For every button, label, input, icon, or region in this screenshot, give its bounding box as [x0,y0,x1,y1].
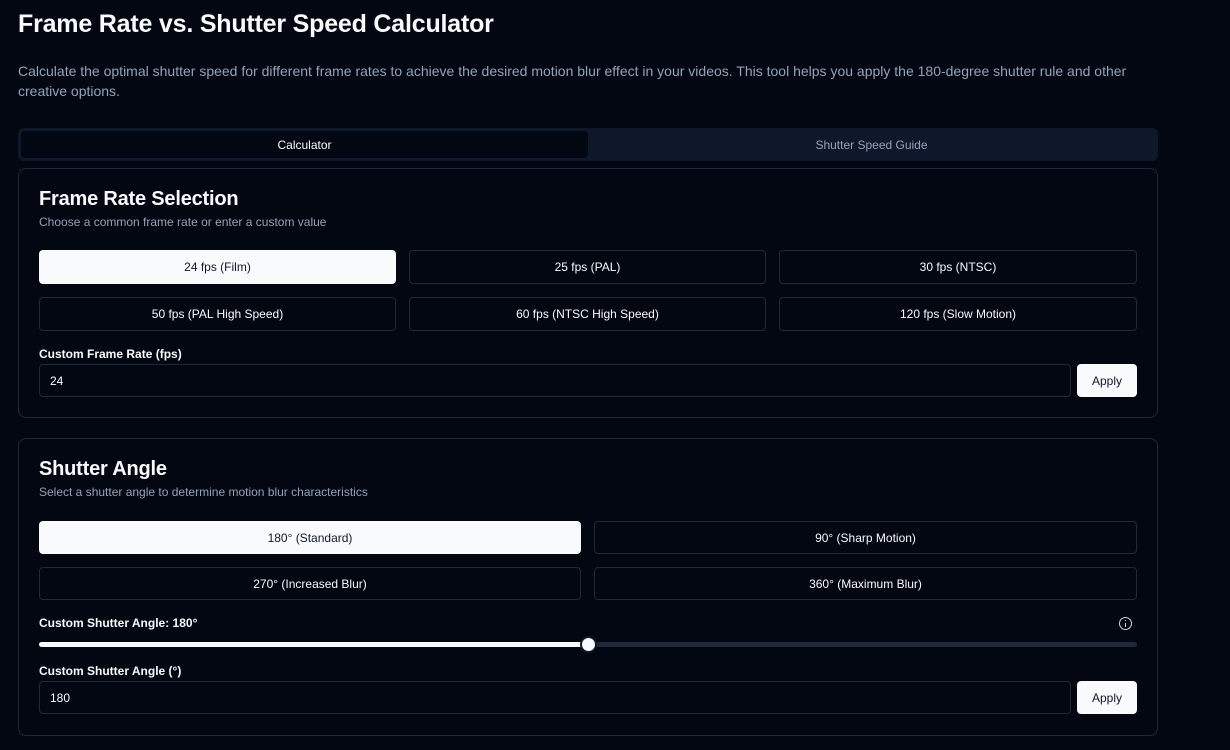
frame-rate-option-120[interactable]: 120 fps (Slow Motion) [779,297,1137,331]
slider-thumb[interactable] [580,636,597,653]
info-icon[interactable] [1119,617,1132,630]
tab-list: Calculator Shutter Speed Guide [18,128,1158,161]
page-title: Frame Rate vs. Shutter Speed Calculator [18,10,494,38]
shutter-angle-subtitle: Select a shutter angle to determine moti… [39,485,368,499]
custom-shutter-angle-input[interactable] [39,681,1071,714]
shutter-angle-option-270[interactable]: 270° (Increased Blur) [39,567,581,600]
frame-rate-title: Frame Rate Selection [39,188,239,210]
shutter-angle-slider-label: Custom Shutter Angle: 180° [39,616,198,630]
shutter-angle-option-360[interactable]: 360° (Maximum Blur) [594,567,1137,600]
frame-rate-subtitle: Choose a common frame rate or enter a cu… [39,215,327,229]
frame-rate-option-60[interactable]: 60 fps (NTSC High Speed) [409,297,766,331]
slider-fill [39,642,588,647]
custom-frame-rate-label: Custom Frame Rate (fps) [39,347,182,361]
frame-rate-option-25[interactable]: 25 fps (PAL) [409,250,766,284]
shutter-angle-slider[interactable] [39,636,1137,653]
frame-rate-option-24[interactable]: 24 fps (Film) [39,250,396,284]
apply-frame-rate-button[interactable]: Apply [1077,364,1137,397]
frame-rate-card: Frame Rate Selection Choose a common fra… [18,168,1158,418]
shutter-angle-option-180[interactable]: 180° (Standard) [39,521,581,554]
frame-rate-option-30[interactable]: 30 fps (NTSC) [779,250,1137,284]
tab-calculator[interactable]: Calculator [21,131,588,158]
page-description: Calculate the optimal shutter speed for … [18,63,1127,99]
apply-shutter-angle-button[interactable]: Apply [1077,681,1137,714]
tab-shutter-speed-guide[interactable]: Shutter Speed Guide [588,131,1155,158]
custom-shutter-angle-label: Custom Shutter Angle (°) [39,664,182,678]
shutter-angle-title: Shutter Angle [39,458,167,480]
frame-rate-option-50[interactable]: 50 fps (PAL High Speed) [39,297,396,331]
shutter-angle-card: Shutter Angle Select a shutter angle to … [18,438,1158,736]
custom-frame-rate-input[interactable] [39,364,1071,397]
shutter-angle-option-90[interactable]: 90° (Sharp Motion) [594,521,1137,554]
